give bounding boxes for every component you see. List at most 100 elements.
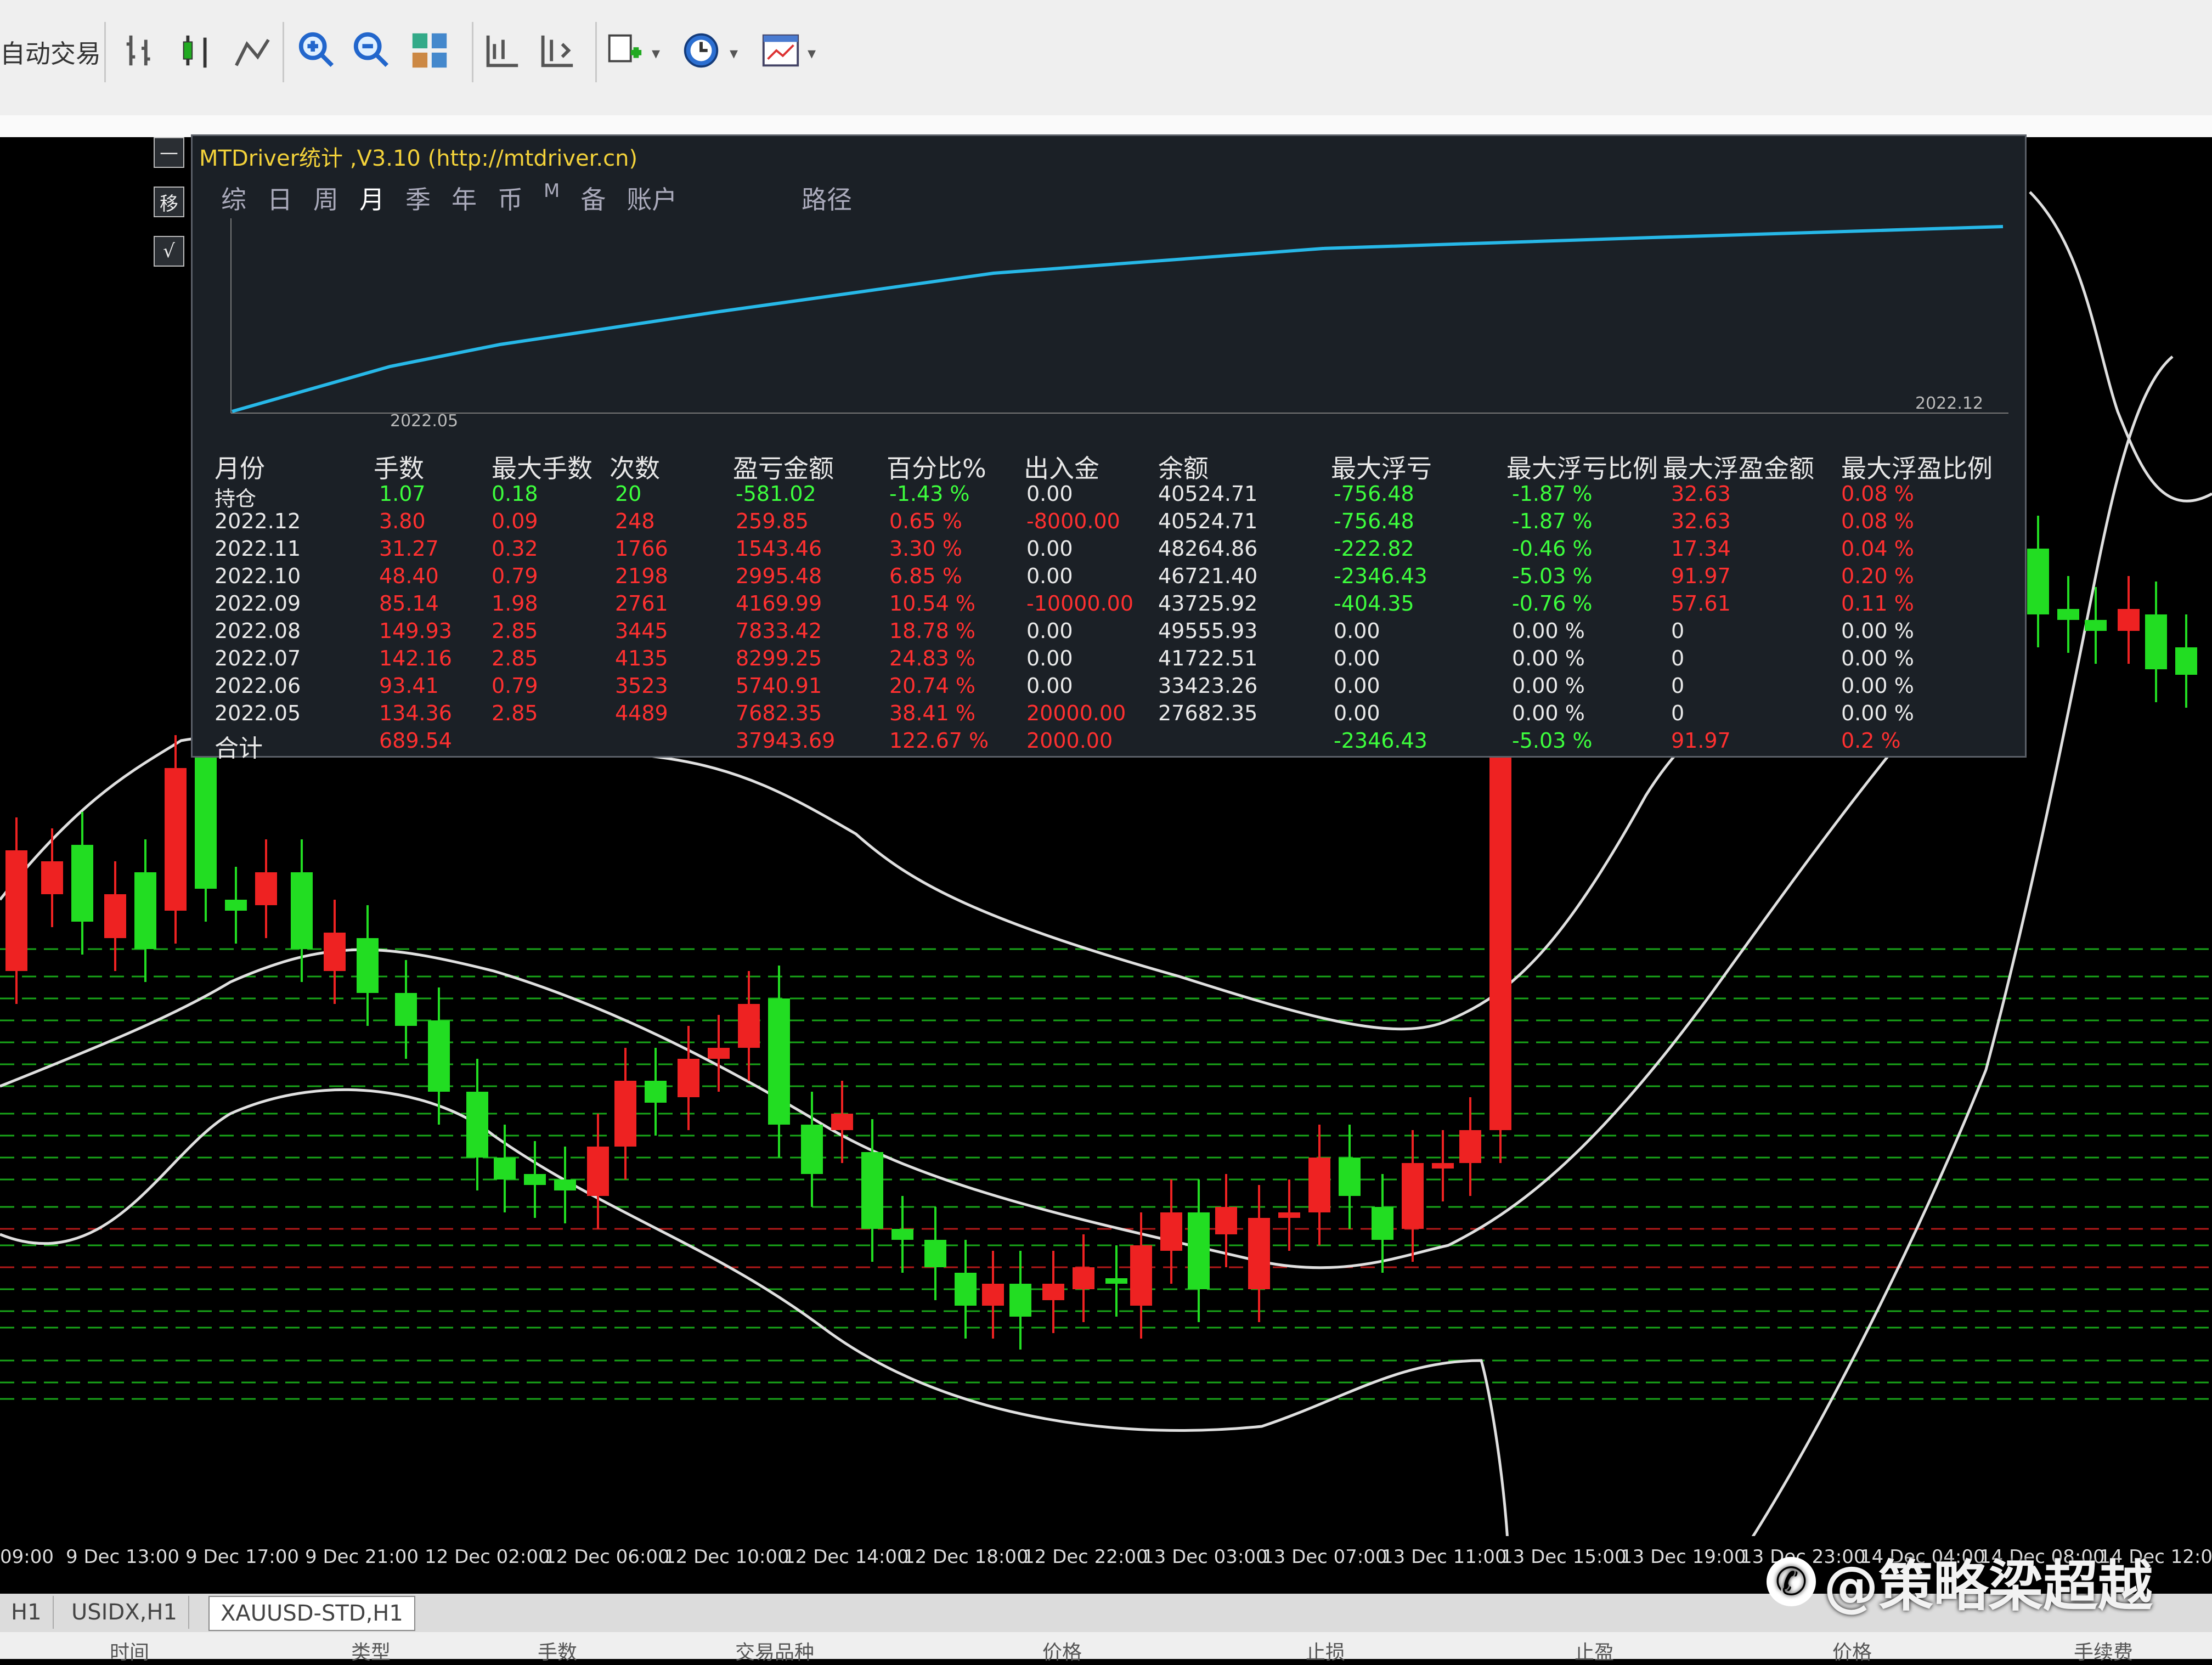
toolbar-separator (472, 22, 473, 82)
cell-flow: 0.00 (1026, 537, 1073, 561)
zoom-in-icon[interactable] (291, 24, 343, 77)
cell-max-lots: 0.79 (492, 674, 538, 698)
stats-row: 2022.10 48.40 0.79 2198 2995.48 6.85 % 0.00 467… (215, 564, 2019, 591)
symbol-tab-active[interactable]: XAUUSD-STD,H1 (208, 1596, 415, 1631)
tab-path[interactable]: 路径 (802, 180, 852, 216)
templates-icon[interactable] (754, 24, 807, 77)
tab-day[interactable]: 日 (267, 180, 292, 216)
tile-windows-icon[interactable] (403, 24, 456, 77)
cell-pnl: 7833.42 (736, 619, 822, 643)
bull-candle (225, 900, 247, 911)
move-button[interactable]: 移 (154, 187, 184, 217)
indicators-icon[interactable] (598, 24, 651, 77)
cell-pct: 38.41 % (889, 701, 975, 725)
bear-candle (1160, 1212, 1182, 1251)
cell-max-float-profit-pct: 0.08 % (1841, 509, 1914, 533)
col-symbol[interactable]: 交易品种 (735, 1636, 814, 1665)
col-volume[interactable]: 手数 (538, 1636, 577, 1665)
cell-max-lots: 1.98 (492, 591, 538, 616)
cell-max-float-profit-pct: 0.2 % (1841, 729, 1901, 753)
zoom-out-icon[interactable] (346, 24, 398, 77)
bear-candle (1248, 1218, 1270, 1289)
col-commission[interactable]: 手续费 (2074, 1636, 2133, 1665)
order-levels (0, 948, 2212, 1400)
chevron-down-icon[interactable]: ▾ (730, 44, 738, 63)
col-price-2[interactable]: 价格 (1832, 1636, 1872, 1665)
cell-max-float-profit: 0 (1671, 674, 1685, 698)
toolbar-separator (595, 22, 597, 82)
cell-max-lots: 2.85 (492, 619, 538, 643)
cell-max-lots: 0.09 (492, 509, 538, 533)
cell-pnl: 4169.99 (736, 591, 822, 616)
cell-max-float-profit: 57.61 (1671, 591, 1731, 616)
bear-candle (831, 1114, 853, 1130)
cell-max-float-loss: -222.82 (1334, 537, 1414, 561)
stats-row: 合计 689.54 37943.69 122.67 % 2000.00 -2346.43 -… (215, 729, 2019, 763)
cell-month: 合计 (215, 735, 263, 763)
chevron-down-icon[interactable]: ▾ (652, 44, 660, 63)
cell-pct: 20.74 % (889, 674, 975, 698)
cell-balance: 27682.35 (1158, 701, 1258, 725)
tab-currency[interactable]: 币 (498, 180, 523, 216)
equity-start-label: 2022.05 (390, 411, 459, 431)
cell-balance: 48264.86 (1158, 537, 1258, 561)
cell-count: 2198 (615, 564, 668, 588)
cell-max-float-profit-pct: 0.04 % (1841, 537, 1914, 561)
bull-candle (428, 1020, 450, 1092)
auto-trade-button[interactable]: 自动交易 (0, 32, 101, 76)
tab-month[interactable]: 月 (359, 180, 385, 216)
tab-quarter[interactable]: 季 (405, 180, 431, 216)
cell-max-float-loss-pct: 0.00 % (1512, 646, 1585, 670)
tab-overview[interactable]: 综 (221, 180, 246, 216)
symbol-tab[interactable]: USIDX,H1 (60, 1596, 189, 1629)
panel-side-buttons: — 移 √ (154, 137, 188, 280)
toolbar-separator (104, 22, 106, 82)
time-label: 12 Dec 22:00 (1023, 1546, 1148, 1568)
collapse-button[interactable]: — (154, 137, 184, 168)
cell-month: 2022.12 (215, 509, 301, 533)
period-tabs: 综 日 周 月 季 年 币 M 备 账户 (221, 180, 677, 216)
chart-shift-icon[interactable] (475, 24, 527, 77)
check-button[interactable]: √ (154, 236, 184, 267)
line-chart-icon[interactable] (225, 24, 278, 77)
periods-icon[interactable] (675, 24, 727, 77)
cell-max-float-loss: -756.48 (1334, 482, 1414, 506)
bear-candle (738, 1004, 760, 1048)
tab-account[interactable]: 账户 (627, 180, 677, 216)
cell-count: 248 (615, 509, 655, 533)
bar-chart-icon[interactable] (115, 24, 168, 77)
bear-candle (678, 1059, 699, 1097)
tab-m[interactable]: M (544, 180, 560, 216)
bull-candle (1372, 1207, 1393, 1240)
tab-note[interactable]: 备 (580, 180, 606, 216)
col-sl[interactable]: 止损 (1306, 1636, 1345, 1665)
cell-flow: 2000.00 (1026, 729, 1113, 753)
time-label: 12 Dec 02:00 (425, 1546, 550, 1568)
bear-candle (1130, 1245, 1152, 1306)
tab-year[interactable]: 年 (452, 180, 477, 216)
cell-lots: 134.36 (379, 701, 452, 725)
cell-max-float-loss-pct: 0.00 % (1512, 701, 1585, 725)
stats-row: 2022.05 134.36 2.85 4489 7682.35 38.41 % 20000… (215, 701, 2019, 729)
stats-row: 2022.11 31.27 0.32 1766 1543.46 3.30 % 0.00 482… (215, 537, 2019, 564)
col-tp[interactable]: 止盈 (1575, 1636, 1614, 1665)
bear-candle (708, 1048, 730, 1059)
chevron-down-icon[interactable]: ▾ (808, 44, 816, 63)
time-label: 12 Dec 06:00 (544, 1546, 670, 1568)
cell-count: 20 (615, 482, 642, 506)
tab-week[interactable]: 周 (313, 180, 338, 216)
bull-candle (466, 1092, 488, 1158)
stats-row: 2022.12 3.80 0.09 248 259.85 0.65 % -8000.00 40… (215, 509, 2019, 537)
col-month: 月份 (215, 454, 265, 483)
candle-chart-icon[interactable] (170, 24, 223, 77)
symbol-tab[interactable]: H1 (0, 1596, 54, 1629)
cell-max-float-profit: 17.34 (1671, 537, 1731, 561)
bear-candle (1278, 1212, 1300, 1218)
col-price[interactable]: 价格 (1042, 1636, 1082, 1665)
cell-pnl: 259.85 (736, 509, 809, 533)
col-time[interactable]: 时间 (110, 1636, 149, 1665)
col-type[interactable]: 类型 (351, 1636, 391, 1665)
cell-max-float-loss: -2346.43 (1334, 729, 1427, 753)
autoscroll-icon[interactable] (529, 24, 582, 77)
cell-flow: -10000.00 (1026, 591, 1134, 616)
